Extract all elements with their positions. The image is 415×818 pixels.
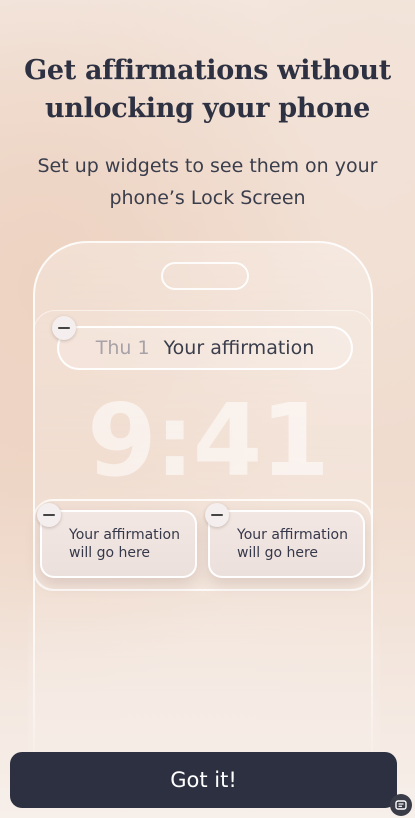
assistant-icon[interactable] — [390, 794, 412, 816]
minus-circle-icon — [205, 503, 229, 527]
lockscreen-clock: 9:41 — [87, 382, 330, 499]
widget-1-line-1: Your affirmation — [69, 527, 180, 543]
affirmation-widget-2: Your affirmation will go here — [208, 510, 365, 578]
widget-2-line-1: Your affirmation — [237, 527, 348, 543]
phone-fade-overlay — [28, 600, 380, 770]
inline-widget-date: Thu 1 — [95, 337, 150, 359]
title-line-1: Get affirmations without — [24, 55, 391, 86]
dynamic-island — [161, 262, 249, 290]
page-title: Get affirmations without unlocking your … — [0, 52, 415, 128]
got-it-button[interactable]: Got it! — [10, 752, 397, 808]
inline-widget: Thu 1 Your affirmation — [57, 326, 353, 370]
subtitle-line-1: Set up widgets to see them on your — [37, 155, 378, 177]
affirmation-widget-1: Your affirmation will go here — [40, 510, 197, 578]
widget-1-line-2: will go here — [69, 545, 151, 561]
title-line-2: unlocking your phone — [44, 93, 371, 124]
page-subtitle: Set up widgets to see them on your phone… — [20, 150, 395, 214]
minus-circle-icon — [52, 316, 76, 340]
inline-widget-affirmation: Your affirmation — [163, 337, 315, 359]
minus-circle-icon — [37, 503, 61, 527]
widget-2-line-2: will go here — [237, 545, 319, 561]
assistant-glyph-icon — [395, 800, 407, 810]
subtitle-line-2: phone’s Lock Screen — [109, 187, 306, 209]
